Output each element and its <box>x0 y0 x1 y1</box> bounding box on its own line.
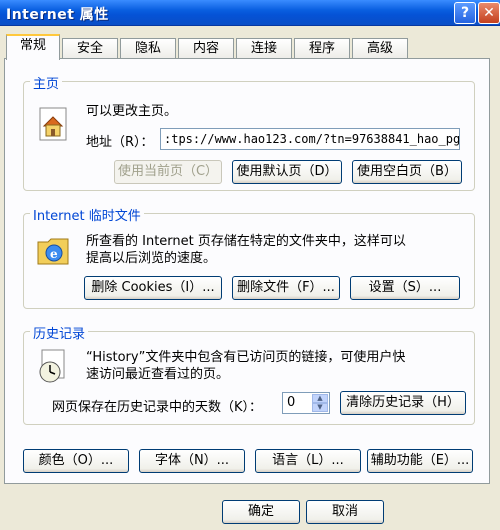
temp-description-line2: 提高以后浏览的速度。 <box>86 251 217 266</box>
stepper-buttons: ▲ ▼ <box>312 394 328 412</box>
tab-privacy[interactable]: 隐私 <box>120 38 176 60</box>
window-title: Internet 属性 <box>6 7 109 23</box>
history-days-label: 网页保存在历史记录中的天数（K）： <box>52 400 263 415</box>
tab-programs[interactable]: 程序 <box>294 38 350 60</box>
tab-security[interactable]: 安全 <box>62 38 118 60</box>
fonts-button[interactable]: 字体（N）... <box>139 449 245 473</box>
history-description-line2: 速访问最近查看过的页。 <box>86 367 230 382</box>
home-page-group: 主页 可以更改主页。 地址（R）： :tps://www.hao123.com/… <box>23 73 475 191</box>
stepper-down-icon[interactable]: ▼ <box>312 403 328 412</box>
temp-files-group-title: Internet 临时文件 <box>30 205 144 224</box>
home-page-group-title: 主页 <box>30 73 63 92</box>
temp-files-group: Internet 临时文件 e 所查看的 Internet 页存储在特定的文件夹… <box>23 205 475 309</box>
use-blank-button[interactable]: 使用空白页（B） <box>352 160 462 184</box>
cancel-button[interactable]: 取消 <box>306 500 384 524</box>
accessibility-button[interactable]: 辅助功能（E）... <box>367 449 473 473</box>
history-group: 历史记录 “History”文件夹中包含有已访问页的链接，可使用户快 速访问最近… <box>23 323 475 425</box>
tab-general[interactable]: 常规 <box>6 34 60 60</box>
history-days-value: 0 <box>287 395 296 410</box>
delete-files-button[interactable]: 删除文件（F）... <box>232 276 340 300</box>
stepper-up-icon[interactable]: ▲ <box>312 394 328 403</box>
tab-advanced[interactable]: 高级 <box>352 38 408 60</box>
colors-button[interactable]: 颜色（O）... <box>23 449 129 473</box>
tab-content[interactable]: 内容 <box>178 38 234 60</box>
home-page-icon <box>39 107 67 141</box>
tab-connections[interactable]: 连接 <box>236 38 292 60</box>
ok-button[interactable]: 确定 <box>222 500 300 524</box>
svg-text:e: e <box>50 247 58 261</box>
use-default-button[interactable]: 使用默认页（D） <box>232 160 342 184</box>
history-clock-icon <box>39 349 65 383</box>
delete-cookies-button[interactable]: 删除 Cookies（I）... <box>84 276 222 300</box>
use-current-button[interactable]: 使用当前页（C） <box>114 160 222 184</box>
history-group-title: 历史记录 <box>30 323 89 342</box>
address-label: 地址（R）： <box>86 135 154 150</box>
home-page-description: 可以更改主页。 <box>86 104 178 119</box>
dialog-button-bar: 确定 取消 <box>0 486 500 530</box>
settings-button[interactable]: 设置（S）... <box>350 276 460 300</box>
home-address-input[interactable]: :tps://www.hao123.com/?tn=97638841_hao_p… <box>160 128 460 150</box>
close-button[interactable]: ✕ <box>478 2 500 24</box>
clear-history-button[interactable]: 清除历史记录（H） <box>340 391 466 415</box>
languages-button[interactable]: 语言（L）... <box>255 449 361 473</box>
title-bar: Internet 属性 ? ✕ <box>0 0 500 26</box>
history-days-stepper[interactable]: 0 ▲ ▼ <box>282 392 330 414</box>
help-button[interactable]: ? <box>454 2 476 24</box>
ie-folder-icon: e <box>37 238 69 265</box>
tab-panel-general: 主页 可以更改主页。 地址（R）： :tps://www.hao123.com/… <box>4 58 490 484</box>
